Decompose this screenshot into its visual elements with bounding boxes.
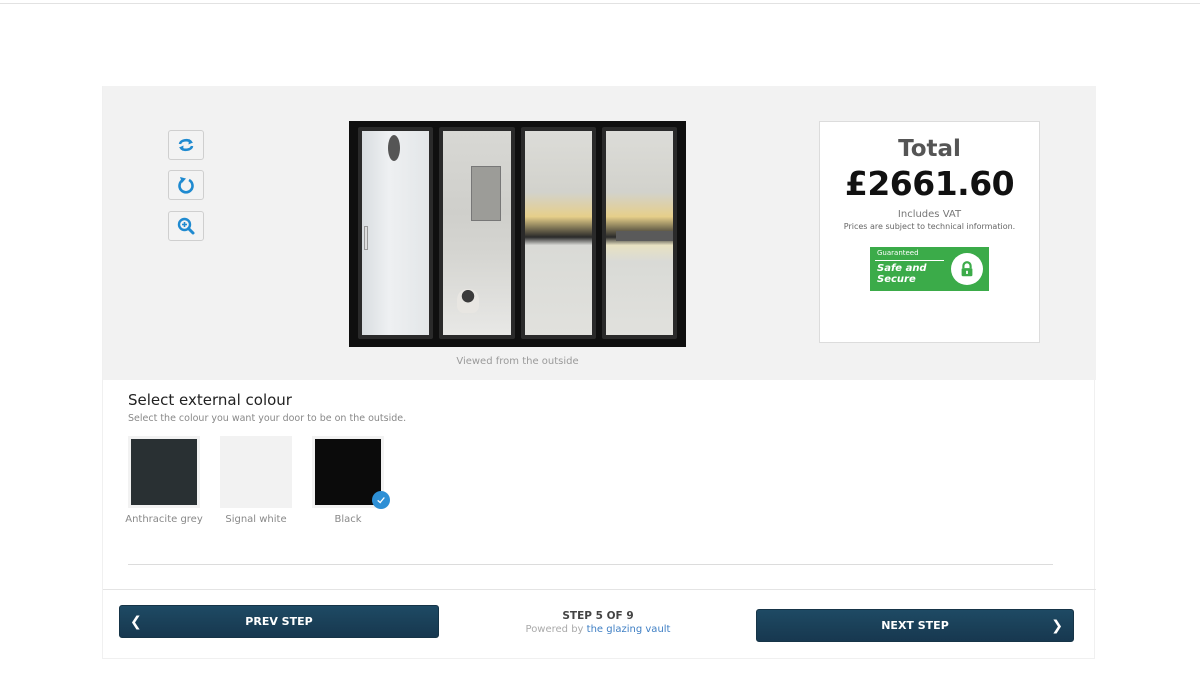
prev-step-button[interactable]: ❮ PREV STEP <box>119 605 439 638</box>
zoom-in-icon <box>177 217 195 235</box>
powered-by: Powered by the glazing vault <box>503 624 693 635</box>
dog <box>457 289 480 313</box>
safe-secure-badge: Guaranteed Safe and Secure <box>870 247 989 291</box>
swatch-black[interactable]: Black <box>312 436 390 525</box>
colour-swatches: Anthracite grey Signal white Black <box>125 436 404 525</box>
swatch-signal-white[interactable]: Signal white <box>220 436 292 525</box>
badge-line-1: Safe and <box>877 263 927 274</box>
zoom-in-button[interactable] <box>168 211 204 241</box>
step-count: STEP 5 OF 9 <box>562 610 634 622</box>
swatch-colour <box>131 439 197 505</box>
badge-divider <box>875 260 944 261</box>
door-pane <box>358 127 434 339</box>
chevron-right-icon: ❯ <box>1051 618 1063 634</box>
next-step-label: NEXT STEP <box>881 619 949 632</box>
badge-text: Safe and Secure <box>877 263 927 285</box>
badge-line-2: Secure <box>877 274 916 285</box>
wall-clock <box>388 135 400 161</box>
swatch-box <box>220 436 292 508</box>
step-indicator: STEP 5 OF 9 Powered by the glazing vault <box>503 610 693 635</box>
swatch-label: Black <box>334 514 362 525</box>
selected-check-icon <box>372 491 390 509</box>
total-price: £2661.60 <box>844 164 1015 203</box>
door-configurator: Viewed from the outside Total £2661.60 I… <box>102 86 1096 659</box>
reset-rotation-icon <box>178 177 194 194</box>
section-subtitle: Select the colour you want your door to … <box>128 413 407 424</box>
rotate-arrows-icon <box>178 138 194 152</box>
prev-step-label: PREV STEP <box>245 615 313 628</box>
next-step-button[interactable]: NEXT STEP ❯ <box>756 609 1074 642</box>
section-title: Select external colour <box>128 391 292 409</box>
door-preview-image <box>349 121 686 347</box>
swatch-box <box>128 436 200 508</box>
swatch-label: Signal white <box>225 514 287 525</box>
section-divider <box>128 564 1053 565</box>
swatch-colour <box>223 439 289 505</box>
glazing-vault-link[interactable]: the glazing vault <box>587 624 671 635</box>
reset-view-button[interactable] <box>168 170 204 200</box>
preview-panel: Viewed from the outside Total £2661.60 I… <box>103 86 1096 380</box>
technical-note: Prices are subject to technical informat… <box>843 222 1016 231</box>
view-caption: Viewed from the outside <box>456 356 579 367</box>
door-pane <box>520 127 596 339</box>
top-divider <box>0 3 1200 4</box>
door-handle <box>364 226 368 250</box>
total-price-card: Total £2661.60 Includes VAT Prices are s… <box>819 121 1040 343</box>
vat-note: Includes VAT <box>897 209 962 220</box>
door-pane <box>439 127 515 339</box>
kitchen-hob <box>615 231 673 241</box>
rotate-view-button[interactable] <box>168 130 204 160</box>
powered-by-prefix: Powered by <box>525 624 587 635</box>
badge-guaranteed: Guaranteed <box>877 249 919 257</box>
chevron-left-icon: ❮ <box>130 614 142 630</box>
swatch-colour <box>315 439 381 505</box>
kitchen-oven <box>471 166 502 221</box>
footer-divider <box>103 589 1096 590</box>
colour-selection-section: Select external colour Select the colour… <box>125 391 1058 525</box>
padlock-icon <box>951 253 983 285</box>
door-pane <box>601 127 677 339</box>
swatch-anthracite-grey[interactable]: Anthracite grey <box>125 436 203 525</box>
total-label: Total <box>898 136 961 162</box>
swatch-label: Anthracite grey <box>125 514 203 525</box>
